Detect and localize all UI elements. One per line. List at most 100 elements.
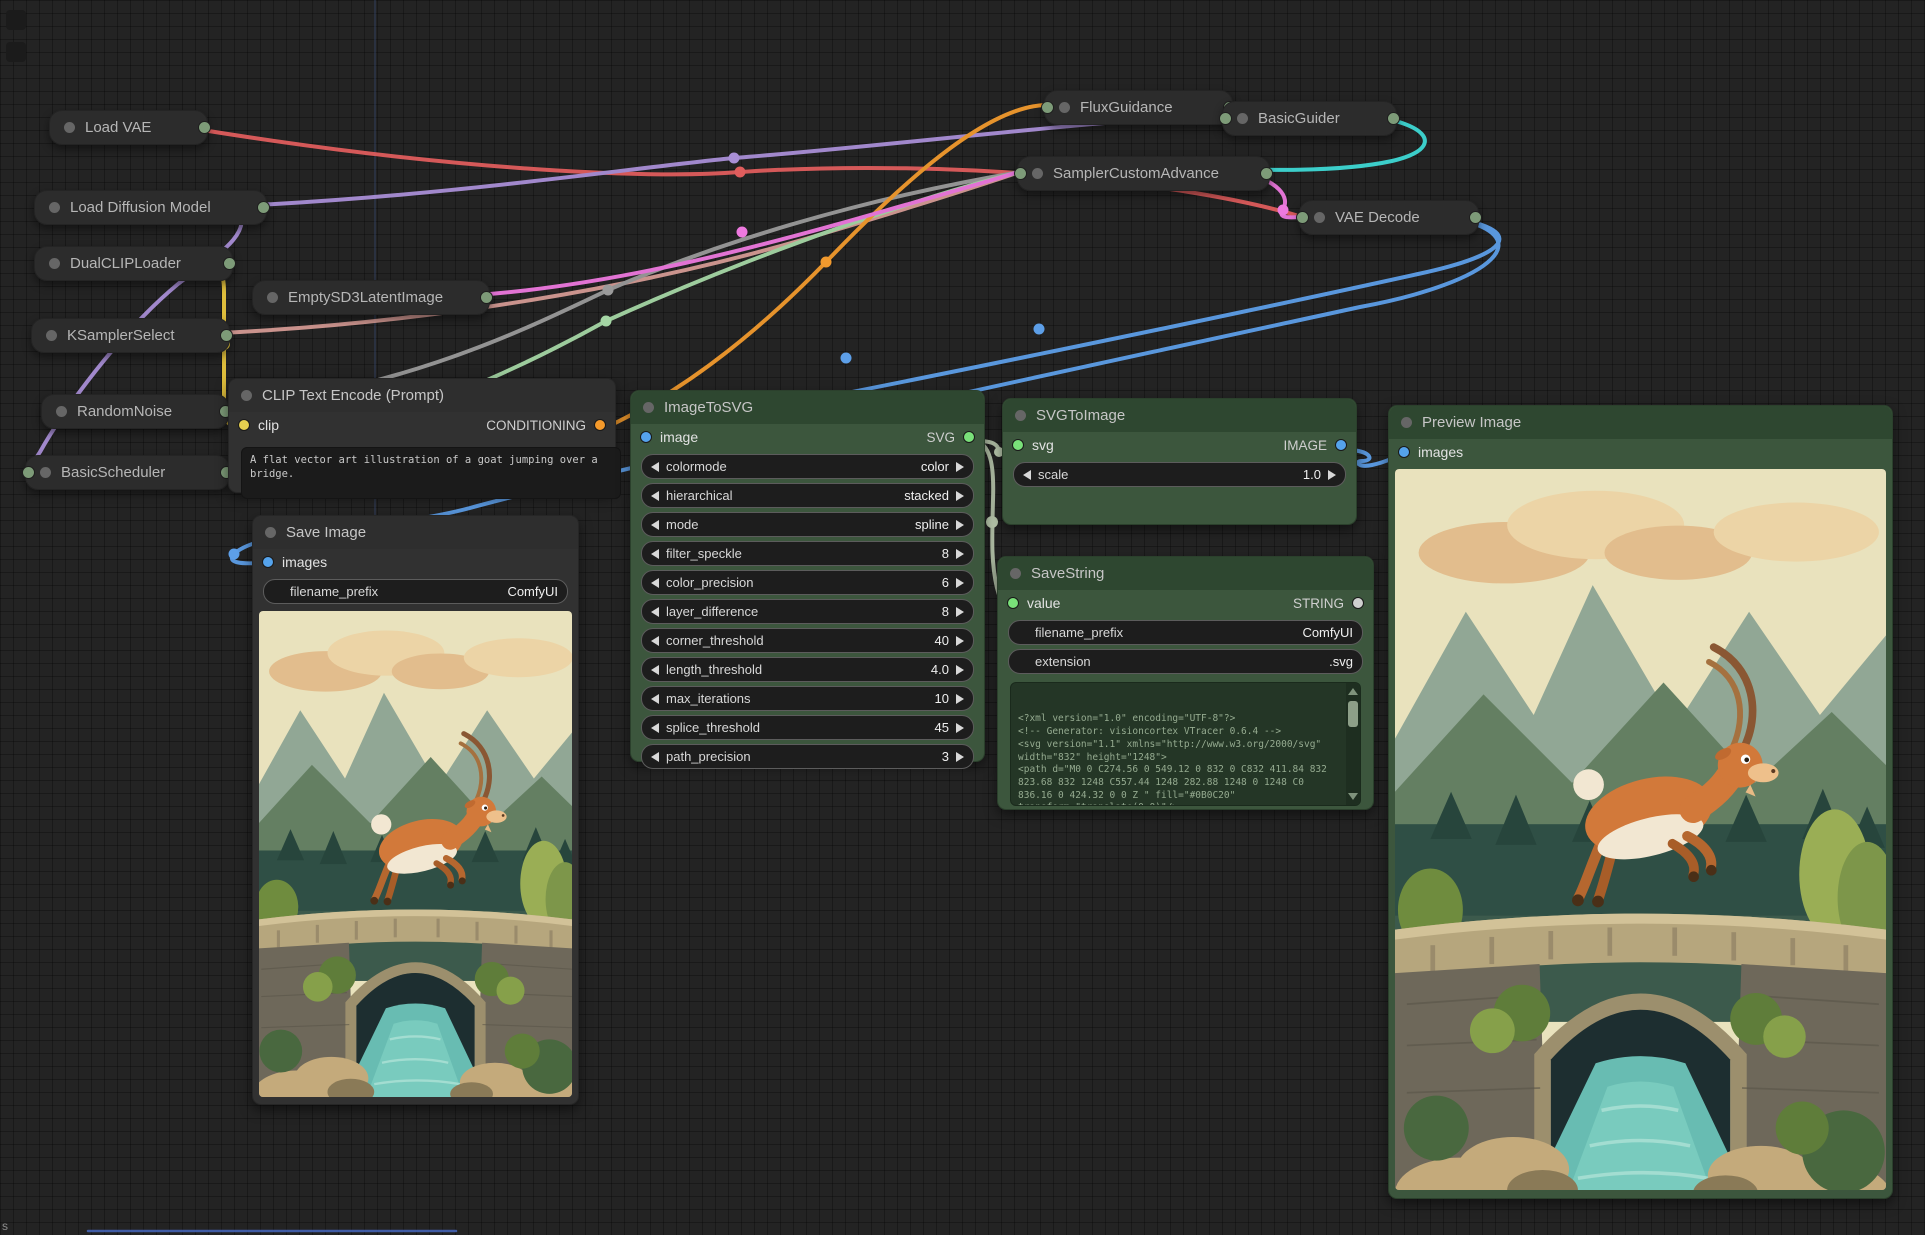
splice-threshold-widget[interactable]: splice_threshold 45 <box>641 715 974 740</box>
decrement-icon[interactable] <box>651 694 659 704</box>
increment-icon[interactable] <box>956 491 964 501</box>
decrement-icon[interactable] <box>651 549 659 559</box>
path-precision-widget[interactable]: path_precision 3 <box>641 744 974 769</box>
collapse-dot[interactable] <box>56 406 67 417</box>
node-preview-image[interactable]: Preview Image images <box>1388 405 1893 1199</box>
input-port[interactable] <box>1219 112 1232 125</box>
node-basic-guider[interactable]: BasicGuider <box>1222 101 1397 136</box>
output-port[interactable] <box>1469 211 1482 224</box>
collapse-dot[interactable] <box>1032 168 1043 179</box>
filter-speckle-widget[interactable]: filter_speckle 8 <box>641 541 974 566</box>
conditioning-output-port[interactable] <box>594 419 606 431</box>
collapse-dot[interactable] <box>64 122 75 133</box>
node-header[interactable]: CLIP Text Encode (Prompt) <box>229 379 615 412</box>
decrement-icon[interactable] <box>651 520 659 530</box>
node-sampler-custom-advance[interactable]: SamplerCustomAdvance <box>1017 156 1270 191</box>
node-random-noise[interactable]: RandomNoise <box>41 394 229 429</box>
node-header[interactable]: SVGToImage <box>1003 399 1356 432</box>
color-precision-widget[interactable]: color_precision 6 <box>641 570 974 595</box>
images-input-port[interactable] <box>262 556 274 568</box>
filename-prefix-widget[interactable]: filename_prefix ComfyUI <box>263 579 568 604</box>
node-clip-text-encode[interactable]: CLIP Text Encode (Prompt) clip CONDITION… <box>228 378 616 493</box>
svg-code-text-area[interactable]: <?xml version="1.0" encoding="UTF-8"?> <… <box>1010 682 1361 806</box>
scale-widget[interactable]: scale 1.0 <box>1013 462 1346 487</box>
node-empty-sd3-latent[interactable]: EmptySD3LatentImage <box>252 280 490 315</box>
output-port[interactable] <box>480 291 493 304</box>
clip-input-port[interactable] <box>238 419 250 431</box>
node-header[interactable]: Preview Image <box>1389 406 1892 439</box>
decrement-icon[interactable] <box>651 607 659 617</box>
max-iterations-widget[interactable]: max_iterations 10 <box>641 686 974 711</box>
canvas-menu-button[interactable] <box>6 10 26 30</box>
node-save-image[interactable]: Save Image images filename_prefix ComfyU… <box>252 515 579 1105</box>
canvas-menu-button-2[interactable] <box>6 42 26 62</box>
increment-icon[interactable] <box>956 549 964 559</box>
hierarchical-widget[interactable]: hierarchical stacked <box>641 483 974 508</box>
increment-icon[interactable] <box>956 723 964 733</box>
collapse-dot[interactable] <box>241 390 252 401</box>
svg-input-port[interactable] <box>1012 439 1024 451</box>
decrement-icon[interactable] <box>651 462 659 472</box>
node-save-string[interactable]: SaveString value STRING filename_prefix … <box>997 556 1374 810</box>
output-port[interactable] <box>1387 112 1400 125</box>
output-port[interactable] <box>1260 167 1273 180</box>
image-input-port[interactable] <box>640 431 652 443</box>
node-ksampler-select[interactable]: KSamplerSelect <box>31 318 230 353</box>
node-vae-decode[interactable]: VAE Decode <box>1299 200 1479 235</box>
collapse-dot[interactable] <box>1314 212 1325 223</box>
length-threshold-widget[interactable]: length_threshold 4.0 <box>641 657 974 682</box>
corner-threshold-widget[interactable]: corner_threshold 40 <box>641 628 974 653</box>
increment-icon[interactable] <box>956 694 964 704</box>
collapse-dot[interactable] <box>49 258 60 269</box>
increment-icon[interactable] <box>956 607 964 617</box>
collapse-dot[interactable] <box>1015 410 1026 421</box>
decrement-icon[interactable] <box>1023 470 1031 480</box>
mode-widget[interactable]: mode spline <box>641 512 974 537</box>
decrement-icon[interactable] <box>651 665 659 675</box>
colormode-widget[interactable]: colormode color <box>641 454 974 479</box>
value-input-port[interactable] <box>1007 597 1019 609</box>
filename-prefix-widget[interactable]: filename_prefix ComfyUI <box>1008 620 1363 645</box>
collapse-dot[interactable] <box>49 202 60 213</box>
node-image-to-svg[interactable]: ImageToSVG image SVG colormode color hie… <box>630 390 985 762</box>
decrement-icon[interactable] <box>651 636 659 646</box>
decrement-icon[interactable] <box>651 723 659 733</box>
collapse-dot[interactable] <box>267 292 278 303</box>
scrollbar[interactable] <box>1346 683 1360 805</box>
decrement-icon[interactable] <box>651 752 659 762</box>
increment-icon[interactable] <box>956 578 964 588</box>
image-output-port[interactable] <box>1335 439 1347 451</box>
output-port[interactable] <box>198 121 211 134</box>
node-load-diffusion-model[interactable]: Load Diffusion Model <box>34 190 267 225</box>
input-port[interactable] <box>22 466 35 479</box>
node-header[interactable]: Save Image <box>253 516 578 549</box>
increment-icon[interactable] <box>956 665 964 675</box>
prompt-text-area[interactable]: A flat vector art illustration of a goat… <box>241 447 621 499</box>
collapse-dot[interactable] <box>265 527 276 538</box>
collapse-dot[interactable] <box>1059 102 1070 113</box>
scroll-thumb[interactable] <box>1348 701 1358 727</box>
increment-icon[interactable] <box>956 462 964 472</box>
layer-difference-widget[interactable]: layer_difference 8 <box>641 599 974 624</box>
node-basic-scheduler[interactable]: BasicScheduler <box>25 455 230 490</box>
increment-icon[interactable] <box>1328 470 1336 480</box>
node-flux-guidance[interactable]: FluxGuidance <box>1044 90 1233 125</box>
increment-icon[interactable] <box>956 636 964 646</box>
scroll-down-icon[interactable] <box>1348 793 1358 800</box>
node-svg-to-image[interactable]: SVGToImage svg IMAGE scale 1.0 <box>1002 398 1357 525</box>
increment-icon[interactable] <box>956 752 964 762</box>
collapse-dot[interactable] <box>1237 113 1248 124</box>
input-port[interactable] <box>1014 167 1027 180</box>
collapse-dot[interactable] <box>46 330 57 341</box>
output-port[interactable] <box>223 257 236 270</box>
collapse-dot[interactable] <box>643 402 654 413</box>
increment-icon[interactable] <box>956 520 964 530</box>
collapse-dot[interactable] <box>1401 417 1412 428</box>
output-port[interactable] <box>220 329 233 342</box>
node-dual-clip-loader[interactable]: DualCLIPLoader <box>34 246 233 281</box>
svg-output-port[interactable] <box>963 431 975 443</box>
collapse-dot[interactable] <box>40 467 51 478</box>
input-port[interactable] <box>1041 101 1054 114</box>
node-header[interactable]: ImageToSVG <box>631 391 984 424</box>
scroll-up-icon[interactable] <box>1348 688 1358 695</box>
